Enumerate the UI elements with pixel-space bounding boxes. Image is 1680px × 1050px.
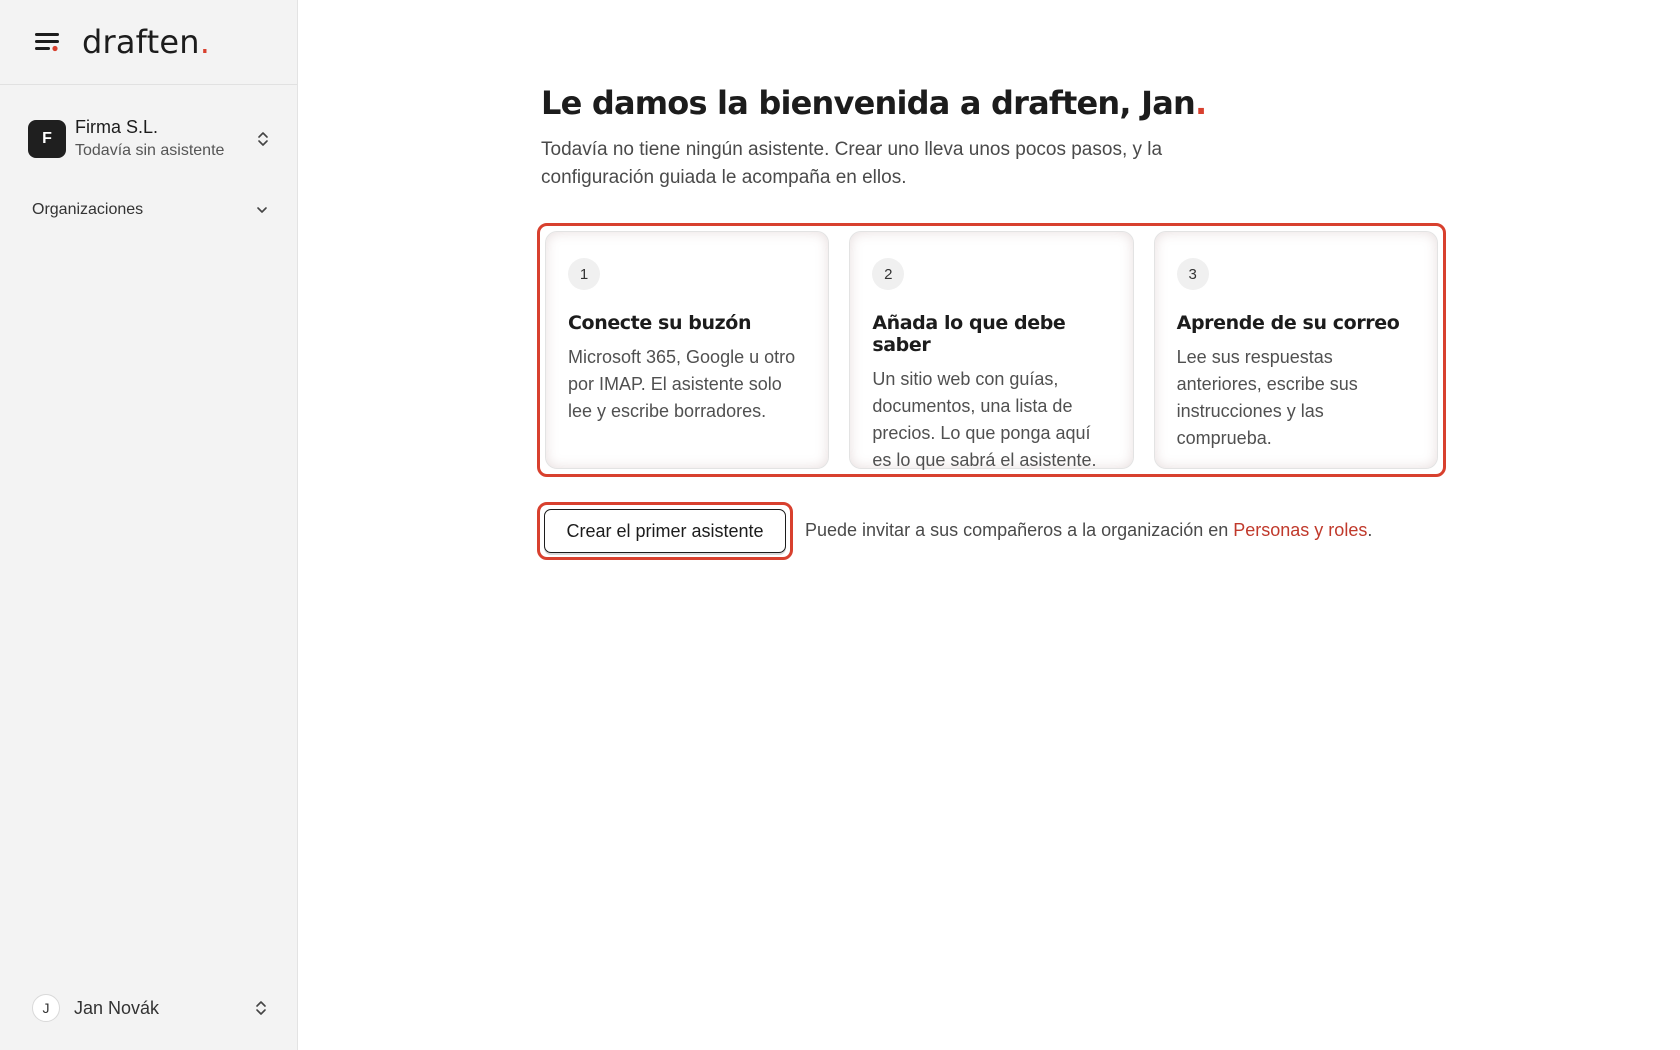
create-first-assistant-button[interactable]: Crear el primer asistente xyxy=(544,509,786,553)
people-roles-link[interactable]: Personas y roles xyxy=(1233,520,1367,540)
step-number: 3 xyxy=(1176,258,1209,290)
step-title: Añada lo que debe saber xyxy=(872,312,1066,356)
app-logo[interactable]: draften. xyxy=(82,23,210,61)
org-text: Firma S.L. Todavía sin asistente xyxy=(75,116,224,162)
invite-text: Puede invitar a sus compañeros a la orga… xyxy=(805,520,1372,541)
user-name: Jan Novák xyxy=(74,997,160,1018)
invite-suffix: . xyxy=(1367,520,1373,540)
menu-icon[interactable] xyxy=(32,27,62,57)
step-description: Un sitio web con guías, documentos, una … xyxy=(872,369,1097,470)
org-name: Firma S.L. xyxy=(75,117,159,137)
step-title: Conecte su buzón xyxy=(568,312,752,334)
chevron-up-down-icon xyxy=(254,128,272,150)
organizations-toggle[interactable]: Organizaciones xyxy=(32,198,270,222)
chevron-up-down-icon xyxy=(252,997,270,1019)
org-status: Todavía sin asistente xyxy=(75,142,225,159)
user-avatar: J xyxy=(32,994,60,1022)
step-card: 1 Conecte su buzón Microsoft 365, Google… xyxy=(545,231,830,469)
org-switcher[interactable]: F Firma S.L. Todavía sin asistente xyxy=(28,116,272,162)
step-number: 1 xyxy=(568,258,600,290)
logo-text: draften xyxy=(82,23,200,61)
step-description: Microsoft 365, Google u otro por IMAP. E… xyxy=(568,347,796,421)
cta-highlight: Crear el primer asistente xyxy=(537,502,793,560)
logo-dot: . xyxy=(199,23,211,61)
main-content: Le damos la bienvenida a draften, Jan. T… xyxy=(298,0,1680,1050)
step-number: 2 xyxy=(872,258,905,290)
step-description: Lee sus respuestas anteriores, escribe s… xyxy=(1176,347,1358,448)
steps-highlight: 1 Conecte su buzón Microsoft 365, Google… xyxy=(537,223,1446,477)
step-title: Aprende de su correo xyxy=(1176,312,1400,334)
page-title: Le damos la bienvenida a draften, Jan. xyxy=(541,84,1207,122)
sidebar-header: draften. xyxy=(0,0,297,85)
invite-prefix: Puede invitar a sus compañeros a la orga… xyxy=(805,520,1234,540)
step-card: 2 Añada lo que debe saber Un sitio web c… xyxy=(849,231,1134,470)
org-avatar: F xyxy=(28,120,66,158)
user-menu[interactable]: J Jan Novák xyxy=(32,993,270,1023)
organizations-label: Organizaciones xyxy=(32,201,144,218)
intro-text: Todavía no tiene ningún asistente. Crear… xyxy=(541,139,1163,188)
sidebar: draften. F Firma S.L. Todavía sin asiste… xyxy=(0,0,298,1050)
step-card: 3 Aprende de su correo Lee sus respuesta… xyxy=(1153,231,1438,469)
chevron-down-icon xyxy=(254,202,270,218)
page-title-text: Le damos la bienvenida a draften, Jan xyxy=(541,84,1196,122)
page-title-dot: . xyxy=(1194,84,1207,122)
